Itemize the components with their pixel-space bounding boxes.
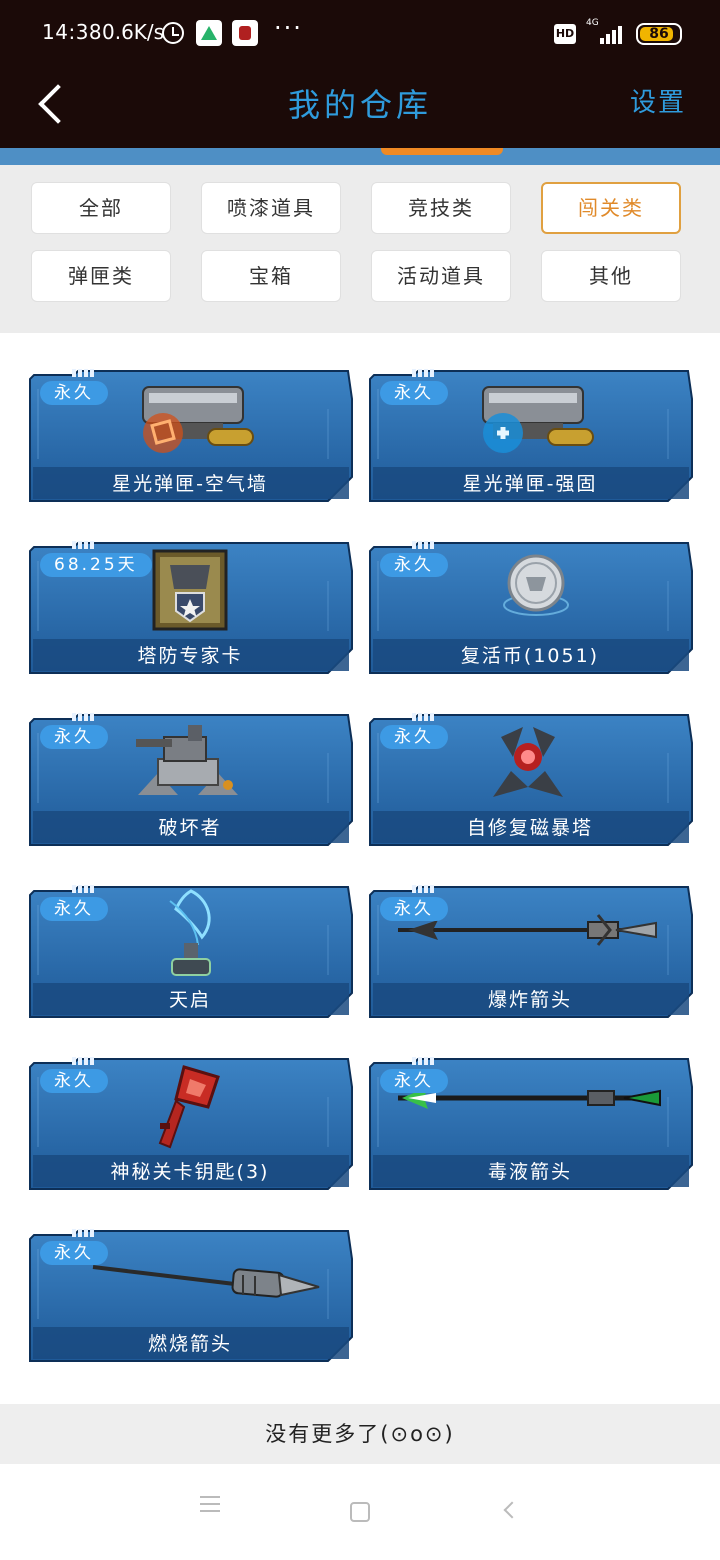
no-more-text: 没有更多了(⊙o⊙): [0, 1404, 720, 1464]
magazine-air-wall-icon: [123, 375, 273, 469]
item-name: 自修复磁暴塔: [466, 817, 593, 839]
settings-button[interactable]: 设置: [630, 82, 686, 119]
menu-icon[interactable]: [200, 1496, 220, 1512]
item-card[interactable]: 永久毒液箭头: [368, 1057, 693, 1190]
item-name: 复活币(1051): [460, 645, 600, 667]
item-card[interactable]: 永久神秘关卡钥匙(3): [28, 1057, 353, 1190]
filter-adventure[interactable]: 闯关类: [541, 182, 681, 234]
system-nav-bar: [0, 1464, 720, 1560]
item-duration-badge: 永久: [380, 553, 448, 577]
destroyer-turret-icon: [128, 717, 248, 813]
item-card[interactable]: 永久自修复磁暴塔: [368, 713, 693, 846]
category-filters: 全部 喷漆道具 竞技类 闯关类 弹匣类 宝箱 活动道具 其他: [0, 165, 720, 333]
hd-indicator: HD: [554, 24, 576, 44]
item-card[interactable]: 永久爆炸箭头: [368, 885, 693, 1018]
app-notification-icon: [196, 20, 222, 46]
filter-event[interactable]: 活动道具: [371, 250, 511, 302]
battery-icon: 86: [636, 23, 682, 45]
item-duration-badge: 永久: [40, 1241, 108, 1265]
item-duration-badge: 永久: [380, 1069, 448, 1093]
filter-spray[interactable]: 喷漆道具: [201, 182, 341, 234]
item-card[interactable]: 永久破坏者: [28, 713, 353, 846]
item-duration-badge: 永久: [40, 725, 108, 749]
item-name: 爆炸箭头: [487, 989, 572, 1011]
fire-arrow-icon: [83, 1249, 323, 1313]
home-icon[interactable]: [350, 1502, 370, 1522]
apocalypse-tower-icon: [156, 887, 226, 987]
status-bar: 14:38 0.6K/s ··· HD 4G 86: [0, 0, 720, 66]
tab-indicator: [381, 148, 503, 155]
item-duration-badge: 68.25天: [40, 553, 152, 577]
alarm-icon: [162, 22, 184, 44]
filter-competitive[interactable]: 竞技类: [371, 182, 511, 234]
nav-back-icon[interactable]: [503, 1501, 521, 1519]
signal-icon: [600, 24, 626, 44]
item-duration-badge: 永久: [40, 1069, 108, 1093]
item-card[interactable]: 永久星光弹匣-空气墙: [28, 369, 353, 502]
item-duration-badge: 永久: [380, 725, 448, 749]
item-duration-badge: 永久: [380, 381, 448, 405]
app-notification-icon-2: [232, 20, 258, 46]
item-card[interactable]: 永久复活币(1051): [368, 541, 693, 674]
filter-all[interactable]: 全部: [31, 182, 171, 234]
app-header: 我的仓库 设置: [0, 66, 720, 148]
tesla-tower-icon: [483, 717, 573, 811]
item-duration-badge: 永久: [380, 897, 448, 921]
item-card[interactable]: 永久燃烧箭头: [28, 1229, 353, 1362]
tower-defense-card-icon: [150, 549, 230, 635]
item-card[interactable]: 68.25天塔防专家卡: [28, 541, 353, 674]
mystery-key-icon: [148, 1063, 228, 1155]
filter-other[interactable]: 其他: [541, 250, 681, 302]
item-duration-badge: 永久: [40, 381, 108, 405]
magazine-reinforce-icon: [463, 375, 613, 469]
item-card[interactable]: 永久天启: [28, 885, 353, 1018]
tab-strip: [0, 148, 720, 165]
item-name: 塔防专家卡: [137, 645, 243, 667]
more-notifications-icon: ···: [274, 14, 303, 42]
filter-magazine[interactable]: 弹匣类: [31, 250, 171, 302]
item-name: 破坏者: [158, 817, 222, 839]
network-type: 4G: [586, 18, 599, 28]
status-time: 14:38: [42, 20, 103, 44]
item-name: 天启: [168, 989, 211, 1011]
revive-coin-icon: [496, 547, 576, 631]
item-card[interactable]: 永久星光弹匣-强固: [368, 369, 693, 502]
item-name: 星光弹匣-空气墙: [112, 473, 268, 495]
status-net-speed: 0.6K/s: [102, 20, 165, 44]
battery-level: 86: [649, 26, 669, 42]
item-name: 燃烧箭头: [147, 1333, 232, 1355]
item-name: 星光弹匣-强固: [462, 473, 598, 495]
filter-chest[interactable]: 宝箱: [201, 250, 341, 302]
item-duration-badge: 永久: [40, 897, 108, 921]
item-name: 毒液箭头: [487, 1161, 572, 1183]
back-button[interactable]: [28, 80, 78, 130]
page-title: 我的仓库: [287, 86, 432, 124]
item-name: 神秘关卡钥匙(3): [110, 1161, 270, 1183]
